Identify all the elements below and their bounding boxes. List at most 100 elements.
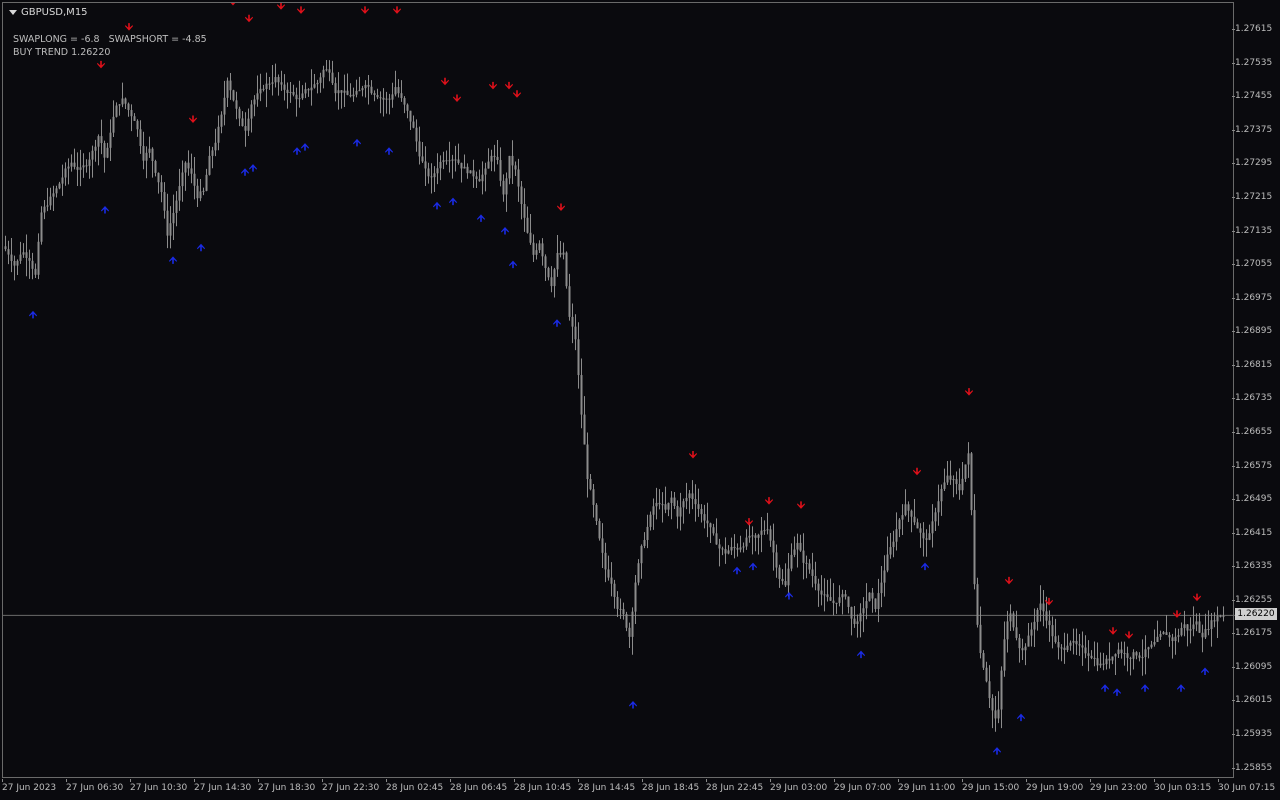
candle	[1216, 616, 1219, 622]
candle	[220, 114, 223, 127]
candle	[298, 98, 301, 100]
time-tick-label: 30 Jun 03:15	[1154, 779, 1212, 793]
candle	[43, 206, 46, 213]
candle	[952, 479, 955, 481]
price-tick-label: 1.27295	[1231, 158, 1273, 169]
candle	[1081, 645, 1084, 648]
buy-arrow-icon	[301, 143, 309, 151]
symbol-title[interactable]: GBPUSD,M15	[9, 7, 88, 18]
candle	[319, 77, 322, 83]
candle	[274, 77, 277, 83]
candle	[1027, 635, 1030, 647]
candle	[286, 89, 289, 93]
candle	[154, 161, 157, 173]
candle	[232, 90, 235, 101]
price-tick-label: 1.27455	[1231, 91, 1273, 102]
price-chart[interactable]	[3, 3, 1235, 779]
candle	[1165, 632, 1168, 635]
candle	[1153, 642, 1156, 645]
candle	[199, 191, 202, 199]
candle	[295, 94, 298, 100]
candle	[451, 159, 454, 161]
candle	[844, 594, 847, 597]
candle	[109, 132, 112, 148]
candle	[124, 98, 127, 104]
candle	[241, 118, 244, 127]
candle	[751, 535, 754, 537]
candle	[784, 581, 787, 586]
candle	[136, 120, 139, 130]
candle	[817, 583, 820, 591]
candle	[1213, 620, 1216, 622]
candle	[739, 547, 742, 550]
time-tick-label: 28 Jun 22:45	[706, 779, 764, 793]
price-tick-label: 1.25855	[1231, 762, 1273, 773]
candle	[469, 170, 472, 174]
candle	[826, 594, 829, 598]
candle	[1102, 663, 1105, 665]
candle	[961, 478, 964, 491]
candle	[664, 504, 667, 510]
candle	[205, 174, 208, 191]
candle	[1009, 613, 1012, 622]
candle	[1018, 637, 1021, 649]
candle	[340, 90, 343, 93]
candle	[922, 532, 925, 539]
candle	[538, 243, 541, 251]
candle	[418, 141, 421, 157]
time-tick-label: 27 Jun 22:30	[322, 779, 380, 793]
candle	[1051, 625, 1054, 637]
candle	[1060, 647, 1063, 649]
price-axis[interactable]: 1.27615 1.27535 1.27455 1.27375 1.27295 1.272…	[1231, 0, 1280, 780]
time-axis[interactable]: 27 Jun 2023 27 Jun 06:30 27 Jun 10:30 27 Ju…	[0, 779, 1275, 800]
candle	[1120, 649, 1123, 654]
candle	[1006, 621, 1009, 640]
candle	[529, 232, 532, 243]
candle	[37, 241, 40, 275]
candle	[163, 192, 166, 211]
candle	[829, 597, 832, 601]
candle	[649, 514, 652, 527]
candle	[802, 550, 805, 563]
candle	[601, 538, 604, 553]
candle	[457, 159, 460, 163]
candle	[886, 554, 889, 571]
candle	[106, 147, 109, 158]
candle	[310, 87, 313, 91]
candle	[385, 98, 388, 100]
candle	[460, 162, 463, 169]
candle	[148, 148, 151, 153]
candle	[1066, 645, 1069, 651]
candle	[862, 608, 865, 614]
candle	[184, 162, 187, 173]
candle	[1159, 634, 1162, 637]
buy-arrow-icon	[785, 591, 793, 600]
candle	[226, 80, 229, 98]
buy-arrow-icon	[101, 206, 109, 214]
candle	[271, 82, 274, 84]
candle	[988, 681, 991, 699]
candle	[76, 166, 79, 170]
candle	[673, 497, 676, 507]
candle	[346, 90, 349, 95]
sell-arrow-icon	[1173, 610, 1181, 618]
candle	[646, 526, 649, 540]
candle	[901, 515, 904, 520]
candle	[979, 624, 982, 654]
candle	[973, 510, 976, 585]
candle	[349, 94, 352, 97]
candle	[100, 136, 103, 144]
buy-arrow-icon	[293, 147, 301, 155]
time-tick-label: 27 Jun 18:30	[258, 779, 316, 793]
candle	[1150, 644, 1153, 648]
sell-arrow-icon	[453, 94, 461, 102]
candle	[625, 614, 628, 628]
candle	[1033, 621, 1036, 630]
candle	[679, 507, 682, 517]
candle	[1141, 657, 1144, 659]
candle	[181, 172, 184, 187]
candle	[196, 185, 199, 199]
chart-area[interactable]: GBPUSD,M15 SWAPLONG = -6.8 SWAPSHORT = -…	[2, 2, 1235, 779]
dropdown-triangle-icon[interactable]	[9, 10, 17, 15]
candle	[1003, 639, 1006, 671]
